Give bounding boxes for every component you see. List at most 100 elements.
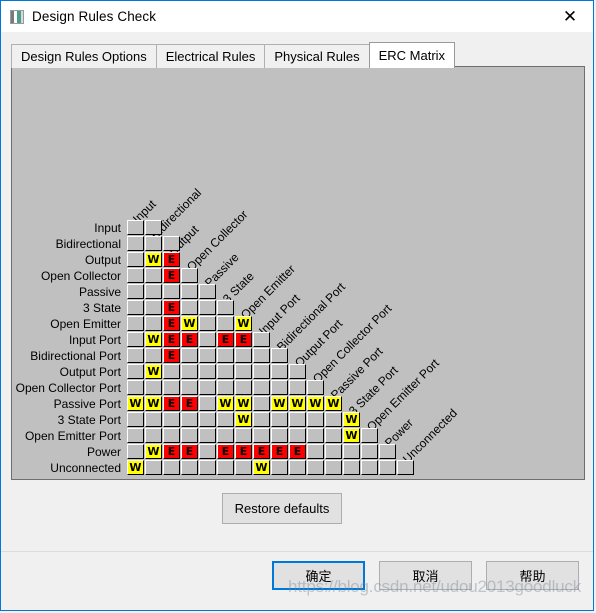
matrix-cell[interactable]: E <box>163 316 180 331</box>
matrix-cell[interactable] <box>253 364 270 379</box>
matrix-cell[interactable] <box>361 428 378 443</box>
matrix-cell[interactable]: E <box>163 444 180 459</box>
matrix-cell[interactable] <box>235 364 252 379</box>
matrix-cell[interactable] <box>199 348 216 363</box>
matrix-cell[interactable]: E <box>181 444 198 459</box>
matrix-cell[interactable]: E <box>163 252 180 267</box>
matrix-cell[interactable] <box>217 316 234 331</box>
matrix-cell[interactable]: W <box>145 364 162 379</box>
restore-defaults-button[interactable]: Restore defaults <box>222 493 342 524</box>
matrix-cell[interactable] <box>181 284 198 299</box>
matrix-cell[interactable]: W <box>145 252 162 267</box>
matrix-cell[interactable] <box>289 428 306 443</box>
matrix-cell[interactable] <box>325 428 342 443</box>
matrix-cell[interactable]: W <box>271 396 288 411</box>
tab-electrical-rules[interactable]: Electrical Rules <box>155 44 266 68</box>
matrix-cell[interactable]: W <box>127 460 144 475</box>
matrix-cell[interactable]: W <box>235 316 252 331</box>
matrix-cell[interactable] <box>145 236 162 251</box>
matrix-cell[interactable]: E <box>163 396 180 411</box>
matrix-cell[interactable]: W <box>307 396 324 411</box>
matrix-cell[interactable] <box>181 268 198 283</box>
matrix-cell[interactable]: W <box>235 412 252 427</box>
matrix-cell[interactable] <box>271 348 288 363</box>
matrix-cell[interactable] <box>271 364 288 379</box>
matrix-cell[interactable]: E <box>163 268 180 283</box>
matrix-cell[interactable] <box>127 252 144 267</box>
matrix-cell[interactable] <box>289 364 306 379</box>
matrix-cell[interactable]: E <box>217 444 234 459</box>
matrix-cell[interactable] <box>145 348 162 363</box>
matrix-cell[interactable] <box>163 236 180 251</box>
matrix-cell[interactable] <box>163 380 180 395</box>
matrix-cell[interactable]: E <box>163 332 180 347</box>
matrix-cell[interactable] <box>289 460 306 475</box>
matrix-cell[interactable] <box>145 380 162 395</box>
matrix-cell[interactable] <box>199 332 216 347</box>
matrix-cell[interactable] <box>325 444 342 459</box>
matrix-cell[interactable] <box>163 460 180 475</box>
matrix-cell[interactable]: E <box>217 332 234 347</box>
matrix-cell[interactable] <box>163 364 180 379</box>
matrix-cell[interactable] <box>289 412 306 427</box>
matrix-cell[interactable] <box>307 412 324 427</box>
matrix-cell[interactable] <box>235 380 252 395</box>
matrix-cell[interactable] <box>199 364 216 379</box>
matrix-cell[interactable] <box>145 412 162 427</box>
matrix-cell[interactable] <box>199 316 216 331</box>
matrix-cell[interactable]: W <box>145 332 162 347</box>
matrix-cell[interactable] <box>145 220 162 235</box>
erc-matrix-grid[interactable]: Input Bidirectional Output Open Collector Pa… <box>12 67 584 479</box>
cancel-button[interactable]: 取消 <box>379 561 472 590</box>
matrix-cell[interactable] <box>253 380 270 395</box>
matrix-cell[interactable]: W <box>325 396 342 411</box>
matrix-cell[interactable] <box>127 444 144 459</box>
matrix-cell[interactable] <box>181 364 198 379</box>
matrix-cell[interactable] <box>127 236 144 251</box>
matrix-cell[interactable] <box>307 380 324 395</box>
matrix-cell[interactable] <box>199 428 216 443</box>
ok-button[interactable]: 确定 <box>272 561 365 590</box>
matrix-cell[interactable] <box>307 460 324 475</box>
matrix-cell[interactable] <box>127 412 144 427</box>
tab-design-rules-options[interactable]: Design Rules Options <box>11 44 157 68</box>
matrix-cell[interactable] <box>325 460 342 475</box>
matrix-cell[interactable] <box>145 268 162 283</box>
matrix-cell[interactable] <box>199 284 216 299</box>
matrix-cell[interactable] <box>163 428 180 443</box>
matrix-cell[interactable] <box>235 428 252 443</box>
matrix-cell[interactable] <box>127 284 144 299</box>
matrix-cell[interactable] <box>127 348 144 363</box>
matrix-cell[interactable] <box>199 300 216 315</box>
matrix-cell[interactable] <box>217 348 234 363</box>
matrix-cell[interactable] <box>181 428 198 443</box>
matrix-cell[interactable] <box>163 284 180 299</box>
matrix-cell[interactable] <box>127 364 144 379</box>
matrix-cell[interactable] <box>181 460 198 475</box>
matrix-cell[interactable] <box>235 348 252 363</box>
matrix-cell[interactable]: W <box>235 396 252 411</box>
matrix-cell[interactable] <box>199 396 216 411</box>
matrix-cell[interactable] <box>217 380 234 395</box>
matrix-cell[interactable] <box>253 428 270 443</box>
matrix-cell[interactable] <box>217 364 234 379</box>
tab-erc-matrix[interactable]: ERC Matrix <box>368 42 456 68</box>
matrix-cell[interactable] <box>253 348 270 363</box>
matrix-cell[interactable] <box>397 460 414 475</box>
matrix-cell[interactable] <box>181 300 198 315</box>
matrix-cell[interactable] <box>199 444 216 459</box>
matrix-cell[interactable] <box>271 412 288 427</box>
matrix-cell[interactable] <box>289 380 306 395</box>
matrix-cell[interactable]: W <box>343 412 360 427</box>
matrix-cell[interactable]: W <box>343 428 360 443</box>
matrix-cell[interactable] <box>145 300 162 315</box>
matrix-cell[interactable] <box>379 460 396 475</box>
matrix-cell[interactable]: E <box>181 396 198 411</box>
matrix-cell[interactable]: E <box>235 332 252 347</box>
matrix-cell[interactable] <box>199 460 216 475</box>
matrix-cell[interactable]: E <box>289 444 306 459</box>
matrix-cell[interactable]: E <box>271 444 288 459</box>
matrix-cell[interactable] <box>343 460 360 475</box>
matrix-cell[interactable]: E <box>163 300 180 315</box>
matrix-cell[interactable] <box>199 412 216 427</box>
